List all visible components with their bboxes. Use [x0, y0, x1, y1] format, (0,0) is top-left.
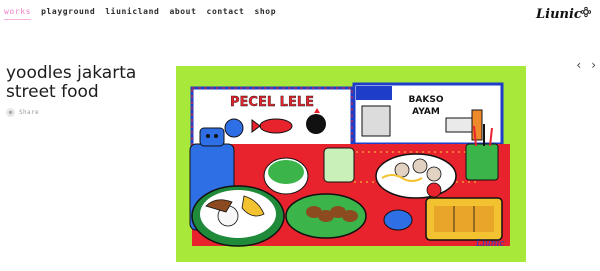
bakso-sign-line-1: BAKSO: [409, 95, 444, 105]
drink-glass-drawing: [323, 147, 355, 183]
project-pager: ‹ ›: [576, 58, 596, 72]
artwork-signature: Liunic: [475, 239, 504, 249]
share-label: Share: [19, 109, 40, 116]
next-arrow-icon[interactable]: ›: [591, 58, 596, 72]
project-title: yoodles jakarta street food: [6, 64, 156, 102]
rooster-drawing: [306, 114, 326, 134]
utensil-cup-drawing: [465, 143, 499, 181]
nav-link-works[interactable]: works: [4, 7, 32, 20]
flower-icon: [580, 6, 592, 18]
nav-link-playground[interactable]: playground: [41, 7, 95, 16]
sauce-bowl-drawing: [383, 209, 413, 231]
chicken-drawing: [224, 118, 244, 138]
fish-drawing: [259, 118, 293, 134]
share-button[interactable]: ● Share: [6, 108, 39, 117]
bottle-drawing: [471, 109, 483, 141]
brand-logo-text: Liunic: [535, 7, 582, 22]
nav-link-shop[interactable]: shop: [254, 7, 276, 16]
nav-link-liunicland[interactable]: liunicland: [105, 7, 159, 16]
artwork-illustration[interactable]: PECEL LELE BAKSO AYAM Liunic: [176, 66, 526, 262]
project-title-line-2: street food: [6, 82, 99, 102]
bakso-sign-line-2: AYAM: [412, 107, 440, 117]
top-nav: works playground liunicland about contac…: [4, 4, 276, 20]
project-title-line-1: yoodles jakarta: [6, 63, 137, 83]
previous-arrow-icon[interactable]: ‹: [576, 58, 581, 72]
brand-logo[interactable]: Liunic: [534, 2, 594, 24]
nav-link-about[interactable]: about: [169, 7, 196, 16]
stall-sign-text: PECEL LELE: [230, 95, 314, 110]
nav-link-contact[interactable]: contact: [207, 7, 245, 16]
share-icon: ●: [6, 108, 15, 117]
